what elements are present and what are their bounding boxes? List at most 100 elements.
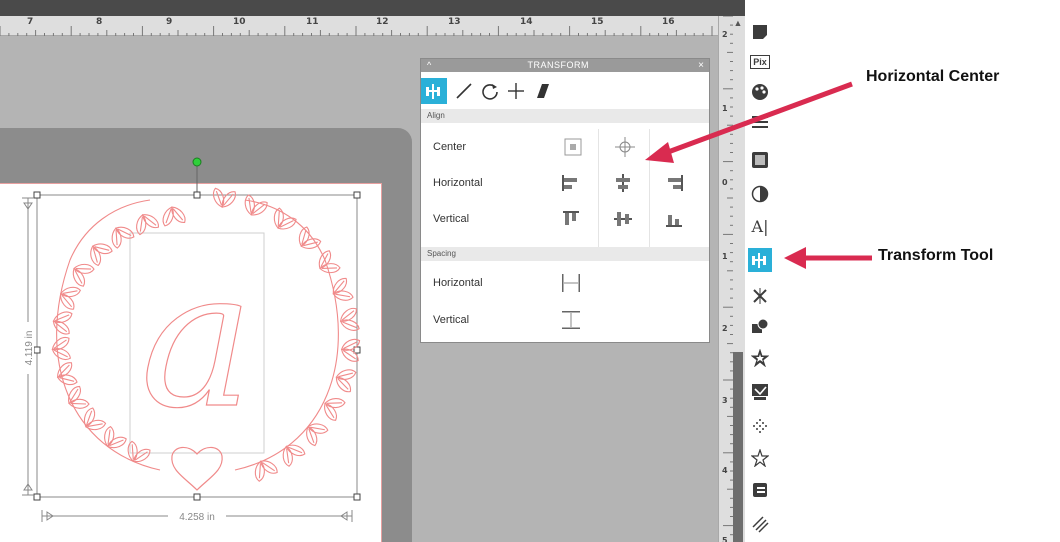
wreath-leaf: [115, 226, 135, 239]
trace-icon: [752, 384, 768, 400]
image-effects-tool[interactable]: [748, 182, 772, 206]
transform-tool[interactable]: [748, 248, 772, 272]
align-icon: [426, 84, 440, 99]
vertical-row-label: Vertical: [433, 213, 470, 225]
align-middle-button[interactable]: [611, 207, 635, 231]
panel-title-bar[interactable]: ^ TRANSFORM ×: [421, 59, 709, 72]
align-left-button[interactable]: [559, 171, 583, 195]
crosshair-center-icon: [615, 137, 635, 157]
ruler-number: 1: [722, 252, 728, 261]
contrast-icon: [751, 185, 769, 203]
tab-align[interactable]: [421, 78, 447, 104]
wreath-leaf: [259, 460, 278, 474]
align-section-header: Align: [421, 109, 709, 123]
fill-color-tool[interactable]: [748, 80, 772, 104]
annotation-horizontal-center: Horizontal Center: [866, 68, 1000, 85]
tab-shear[interactable]: [529, 78, 555, 104]
space-vertical-button[interactable]: [559, 308, 583, 332]
wreath-leaf: [72, 267, 86, 287]
offset-tool[interactable]: [748, 346, 772, 370]
ruler-number: 1: [722, 104, 728, 113]
panel-tab-bar: [421, 73, 709, 107]
knife-tool[interactable]: [748, 512, 772, 536]
modify-tool[interactable]: [748, 314, 772, 338]
tab-rotate[interactable]: [477, 78, 503, 104]
spacing-vertical-label: Vertical: [433, 314, 470, 326]
align-bottom-button[interactable]: [662, 207, 686, 231]
line-style-tool[interactable]: [748, 110, 772, 134]
panel-title: TRANSFORM: [527, 60, 589, 70]
transform-panel: ^ TRANSFORM × Align Center Horizontal Ve…: [420, 58, 710, 343]
palette-icon: [752, 84, 768, 100]
align-top-button[interactable]: [559, 207, 583, 231]
align-middle-icon: [614, 212, 632, 226]
align-left-icon: [562, 175, 577, 191]
align-right-button[interactable]: [662, 171, 686, 195]
right-toolbar: Pix A|: [745, 0, 775, 542]
ruler-number: 16: [662, 17, 675, 27]
send-tool[interactable]: [748, 478, 772, 502]
ruler-number: 13: [448, 17, 461, 27]
replicate-tool[interactable]: [748, 284, 772, 308]
wreath-leaf: [142, 214, 160, 229]
wreath-leaf: [68, 398, 90, 409]
wreath-leaf: [60, 293, 75, 310]
trace-tool[interactable]: [748, 380, 772, 404]
annotation-transform-tool: Transform Tool: [878, 247, 994, 264]
replicate-icon: [753, 288, 767, 304]
lines-icon: [752, 116, 768, 128]
wreath-leaf: [324, 402, 337, 421]
modify-icon: [752, 318, 769, 333]
design-drawing[interactable]: a 4.119 in 4.258 in: [0, 0, 420, 542]
rotate-icon: [482, 84, 498, 100]
wreath-leaf: [250, 201, 268, 216]
text-style-tool[interactable]: A|: [748, 214, 772, 238]
center-to-page-button[interactable]: [561, 135, 585, 159]
align-bottom-icon: [666, 215, 682, 227]
ruler-number: 14: [520, 17, 533, 27]
screenshot-root: 7 8 9 10 11 12 13 14 15 16 2 1 0 1 2 3 4…: [0, 0, 1060, 542]
resize-handle[interactable]: [353, 191, 361, 199]
page-icon: [753, 25, 767, 39]
resize-handle[interactable]: [353, 493, 361, 501]
wreath-leaf: [319, 263, 341, 274]
page-setup-tool[interactable]: [748, 20, 772, 44]
align-center-button[interactable]: [611, 171, 635, 195]
text-icon: A|: [751, 216, 769, 236]
resize-handle[interactable]: [193, 191, 201, 199]
fill-pattern-tool[interactable]: [748, 148, 772, 172]
sketch-tool[interactable]: [748, 414, 772, 438]
heart-shape: [171, 446, 223, 491]
transform-icon: [752, 253, 766, 268]
tab-scale[interactable]: [451, 78, 477, 104]
collapse-icon[interactable]: ^: [427, 59, 431, 72]
pixscan-tool[interactable]: Pix: [748, 50, 772, 74]
resize-handle[interactable]: [33, 191, 41, 199]
align-center-icon: [616, 174, 630, 192]
space-horizontal-button[interactable]: [559, 271, 583, 295]
horizontal-center-button[interactable]: [613, 135, 637, 159]
column-divider: [598, 129, 599, 251]
tab-move[interactable]: [503, 78, 529, 104]
ruler-number: 15: [591, 17, 604, 27]
spacing-section-header: Spacing: [421, 247, 709, 261]
wreath-leaf: [318, 250, 332, 270]
letter-a-shape: a: [140, 229, 253, 450]
align-top-icon: [563, 211, 579, 225]
vertical-scrollbar-thumb[interactable]: [733, 352, 743, 542]
ruler-number: 4: [722, 466, 728, 475]
wreath-leaf: [127, 440, 138, 463]
pattern-icon: [752, 152, 768, 168]
resize-handle[interactable]: [193, 493, 201, 501]
pixscan-icon: Pix: [750, 55, 770, 69]
wreath-leaf: [73, 263, 95, 274]
send-icon: [753, 483, 767, 497]
rotate-handle[interactable]: [192, 157, 202, 167]
spacing-horizontal-label: Horizontal: [433, 277, 483, 289]
resize-handle[interactable]: [33, 493, 41, 501]
favorites-tool[interactable]: [748, 446, 772, 470]
ruler-number: 5: [722, 536, 728, 542]
close-icon[interactable]: ×: [698, 59, 704, 72]
ruler-number: 0: [722, 178, 728, 187]
scroll-up-arrow-icon[interactable]: ▲: [733, 18, 743, 28]
